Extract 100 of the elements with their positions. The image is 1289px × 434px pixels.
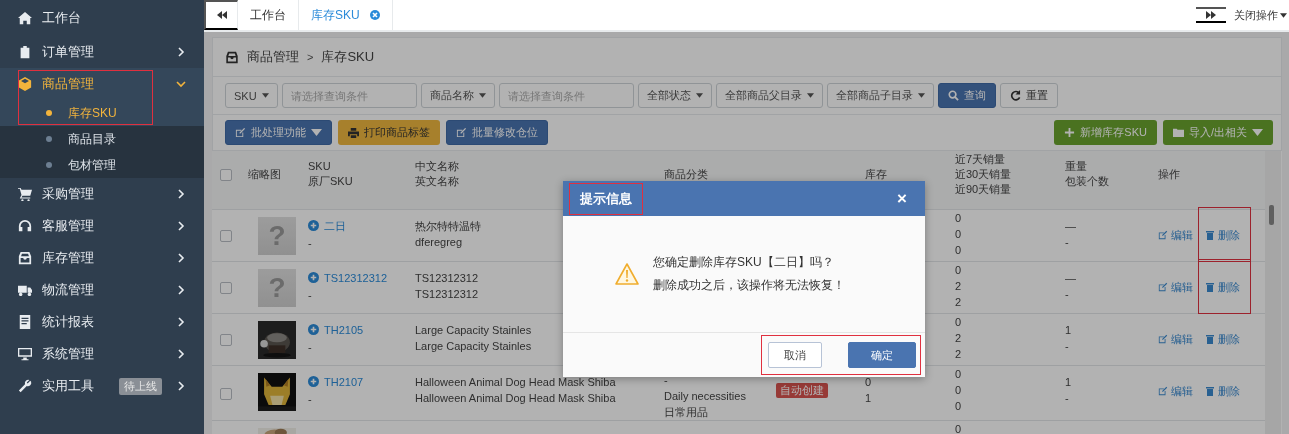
cell-text: 热尔特特温特 bbox=[415, 218, 481, 234]
dialog-title: 提示信息 bbox=[569, 182, 643, 215]
column-header: 商品分类 bbox=[664, 166, 708, 182]
trash-icon bbox=[1205, 385, 1215, 396]
filter-dropdown[interactable]: 全部商品父目录 bbox=[715, 83, 823, 108]
plus-circle-icon bbox=[308, 376, 319, 387]
sidebar-item[interactable]: 采购管理 bbox=[0, 178, 204, 210]
sku-link[interactable]: 二日 bbox=[308, 217, 346, 234]
cell-text: 0 bbox=[955, 421, 962, 434]
sidebar-item[interactable]: 实用工具 待上线 bbox=[0, 370, 204, 402]
column-header: SKU bbox=[308, 159, 331, 175]
submenu-item[interactable]: 包材管理 bbox=[0, 152, 204, 178]
cell-text: 1 bbox=[1065, 374, 1072, 390]
sidebar-item[interactable]: 客服管理 bbox=[0, 210, 204, 242]
refresh-icon bbox=[1009, 90, 1021, 101]
checkbox[interactable] bbox=[220, 387, 232, 400]
delete-link[interactable]: 删除 bbox=[1198, 258, 1251, 314]
edit-icon bbox=[1158, 385, 1168, 396]
document-icon bbox=[18, 315, 32, 329]
breadcrumb-item[interactable]: 商品管理 bbox=[247, 48, 299, 66]
warning-icon bbox=[615, 263, 639, 285]
column-header: 原厂SKU bbox=[308, 174, 353, 190]
sidebar-item[interactable]: 统计报表 bbox=[0, 306, 204, 338]
delete-link[interactable]: 删除 bbox=[1198, 206, 1251, 262]
submenu-item[interactable]: 库存SKU bbox=[0, 100, 204, 126]
chevron-right-icon bbox=[176, 381, 186, 391]
checkbox[interactable] bbox=[220, 168, 232, 181]
edit-icon bbox=[456, 127, 467, 138]
chevron-right-icon bbox=[176, 253, 186, 263]
sidebar-item[interactable]: 工作台 bbox=[0, 0, 204, 36]
sku-link[interactable]: TH2105 bbox=[308, 321, 364, 338]
cell-text: TS12312312 bbox=[415, 270, 478, 286]
cell-text: dferegreg bbox=[415, 234, 463, 250]
cell-text: 日常用品 bbox=[664, 404, 708, 420]
edit-link[interactable]: 编辑 bbox=[1158, 382, 1193, 399]
scrollbar[interactable] bbox=[1265, 151, 1281, 434]
headphones-icon bbox=[18, 219, 32, 233]
scroll-left-button[interactable] bbox=[204, 0, 238, 30]
cell-text: 0 bbox=[955, 242, 962, 258]
close-button[interactable]: × bbox=[891, 187, 913, 210]
close-menu-button[interactable]: 关闭操作 bbox=[1226, 7, 1289, 23]
cell-text: - bbox=[308, 236, 312, 251]
sidebar-item[interactable]: 库存管理 bbox=[0, 242, 204, 274]
submenu-item[interactable]: 商品目录 bbox=[0, 126, 204, 152]
edit-icon bbox=[1158, 333, 1168, 344]
placeholder-image: ? bbox=[258, 268, 296, 307]
cell-text: 0 bbox=[955, 226, 962, 242]
confirm-button[interactable]: 确定 bbox=[848, 342, 916, 368]
plus-circle-icon bbox=[308, 272, 319, 283]
search-button[interactable]: 查询 bbox=[937, 83, 996, 108]
cell-text: - bbox=[1065, 390, 1069, 406]
cancel-button[interactable]: 取消 bbox=[768, 342, 822, 368]
cell-text: 2 bbox=[955, 278, 962, 294]
column-header: 缩略图 bbox=[248, 166, 281, 182]
checkbox[interactable] bbox=[220, 282, 232, 295]
sidebar-item[interactable]: 订单管理 bbox=[0, 36, 204, 68]
cell-text: - bbox=[308, 392, 312, 407]
chevron-right-icon bbox=[176, 189, 186, 199]
filter-dropdown[interactable]: 全部商品子目录 bbox=[826, 83, 934, 108]
checkbox[interactable] bbox=[220, 230, 232, 243]
cell-text: 1 bbox=[865, 390, 872, 406]
column-header: 近90天销量 bbox=[955, 181, 1012, 197]
edit-link[interactable]: 编辑 bbox=[1158, 330, 1193, 347]
filter-dropdown[interactable]: SKU bbox=[225, 83, 278, 108]
chevron-right-icon bbox=[176, 317, 186, 327]
sidebar-item[interactable]: 商品管理 bbox=[0, 68, 204, 100]
bullet-icon bbox=[46, 136, 52, 142]
cell-text: 2 bbox=[955, 346, 962, 362]
column-header: 近7天销量 bbox=[955, 151, 1006, 167]
folder-icon bbox=[1172, 127, 1184, 138]
printer-icon bbox=[348, 127, 359, 138]
column-header: 中文名称 bbox=[415, 159, 459, 175]
search-icon bbox=[947, 90, 959, 101]
filter-dropdown[interactable]: 全部状态 bbox=[637, 83, 712, 108]
sidebar-item[interactable]: 物流管理 bbox=[0, 274, 204, 306]
cell-text: 0 bbox=[865, 374, 872, 390]
chevron-right-icon bbox=[176, 221, 186, 231]
monitor-icon bbox=[18, 347, 32, 361]
plus-circle-icon bbox=[308, 220, 319, 231]
cell-text: 2 bbox=[955, 294, 962, 310]
chevron-right-icon bbox=[176, 47, 186, 57]
add-sku-button[interactable]: 新增库存SKU bbox=[1054, 120, 1157, 145]
cell-text: 0 bbox=[955, 398, 962, 414]
edit-link[interactable]: 编辑 bbox=[1158, 226, 1193, 243]
sidebar-item[interactable]: 系统管理 bbox=[0, 338, 204, 370]
batch-actions-button[interactable]: 批处理功能 bbox=[225, 120, 332, 145]
checkbox[interactable] bbox=[220, 334, 232, 347]
print-labels-button[interactable]: 打印商品标签 bbox=[338, 120, 440, 145]
cell-text: Halloween Animal Dog Head Mask Shiba bbox=[415, 390, 616, 406]
bullet-icon bbox=[46, 110, 52, 116]
cell-text: - bbox=[308, 340, 312, 355]
reset-button[interactable]: 重置 bbox=[999, 83, 1058, 108]
caret-icon bbox=[1280, 12, 1287, 18]
batch-edit-button[interactable]: 批量修改仓位 bbox=[446, 120, 548, 145]
filter-dropdown[interactable]: 商品名称 bbox=[420, 83, 495, 108]
import-export-button[interactable]: 导入/出相关 bbox=[1162, 120, 1273, 145]
caret-icon bbox=[478, 93, 486, 98]
sku-link[interactable]: TH2107 bbox=[308, 373, 364, 390]
sku-link[interactable]: TS12312312 bbox=[308, 269, 387, 286]
edit-link[interactable]: 编辑 bbox=[1158, 278, 1193, 295]
